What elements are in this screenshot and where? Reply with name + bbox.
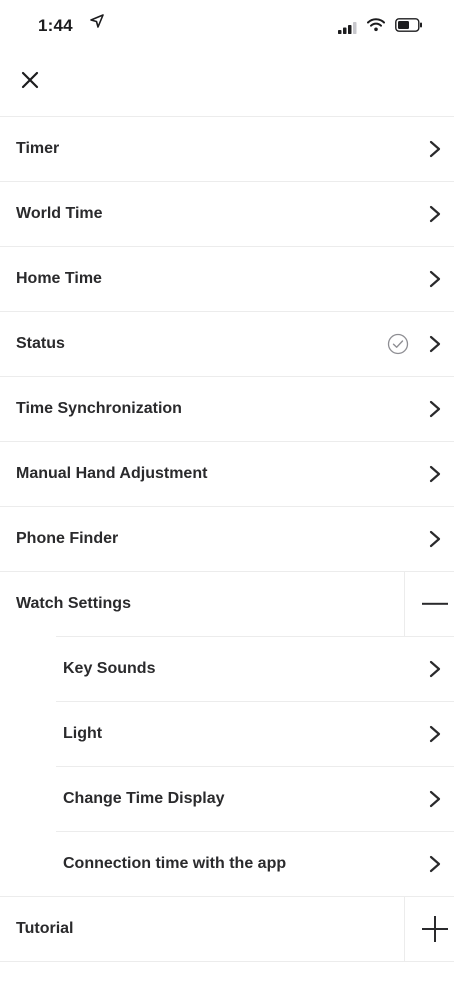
submenu-item-label: Key Sounds (63, 659, 156, 677)
chevron-right-icon (429, 855, 441, 872)
menu-item-manual-hand-adjustment[interactable]: Manual Hand Adjustment (0, 441, 454, 506)
submenu-item-light[interactable]: Light (0, 701, 454, 766)
wifi-icon (367, 17, 385, 37)
menu-item-label: Time Synchronization (16, 400, 182, 417)
menu-item-home-time[interactable]: Home Time (0, 246, 454, 311)
menu-item-label: Tutorial (16, 920, 74, 937)
submenu-item-change-time-display[interactable]: Change Time Display (0, 766, 454, 831)
menu-section-tutorial[interactable]: Tutorial (0, 896, 454, 961)
cellular-signal-icon (338, 21, 358, 39)
menu-list: Timer World Time Home Time Status Time S… (0, 116, 454, 962)
submenu-item-key-sounds[interactable]: Key Sounds (0, 636, 454, 701)
menu-item-label: Home Time (16, 270, 102, 287)
menu-item-label: Manual Hand Adjustment (16, 465, 208, 482)
chevron-right-icon (429, 530, 441, 548)
collapse-minus-icon (422, 602, 448, 605)
chevron-right-icon (429, 205, 441, 223)
status-time: 1:44 (38, 16, 73, 35)
menu-item-label: Status (16, 335, 65, 352)
submenu-item-label: Light (63, 724, 103, 742)
menu-item-phone-finder[interactable]: Phone Finder (0, 506, 454, 571)
submenu-item-connection-time[interactable]: Connection time with the app (0, 831, 454, 896)
chevron-right-icon (429, 140, 441, 158)
menu-item-status[interactable]: Status (0, 311, 454, 376)
close-icon (21, 71, 39, 94)
menu-item-time-synchronization[interactable]: Time Synchronization (0, 376, 454, 441)
menu-item-label: World Time (16, 205, 103, 222)
battery-icon (395, 18, 423, 37)
expand-button[interactable] (404, 897, 454, 961)
menu-item-label: Timer (16, 140, 60, 157)
submenu-item-label: Connection time with the app (63, 854, 287, 872)
expand-plus-icon (422, 916, 448, 942)
chevron-right-icon (429, 465, 441, 483)
collapse-button[interactable] (404, 572, 454, 636)
menu-section-watch-settings[interactable]: Watch Settings (0, 571, 454, 636)
status-bar: 1:44 (0, 0, 454, 50)
menu-item-label: Phone Finder (16, 530, 119, 547)
list-divider (0, 961, 454, 962)
chevron-right-icon (429, 725, 441, 742)
menu-item-label: Watch Settings (16, 595, 131, 612)
chevron-right-icon (429, 660, 441, 677)
menu-item-world-time[interactable]: World Time (0, 181, 454, 246)
location-arrow-icon (90, 14, 104, 33)
submenu-item-label: Change Time Display (63, 789, 225, 807)
check-circle-icon (387, 333, 409, 355)
menu-item-timer[interactable]: Timer (0, 116, 454, 181)
chevron-right-icon (429, 270, 441, 288)
chevron-right-icon (429, 335, 441, 353)
chevron-right-icon (429, 790, 441, 807)
close-button[interactable] (12, 64, 48, 100)
chevron-right-icon (429, 400, 441, 418)
